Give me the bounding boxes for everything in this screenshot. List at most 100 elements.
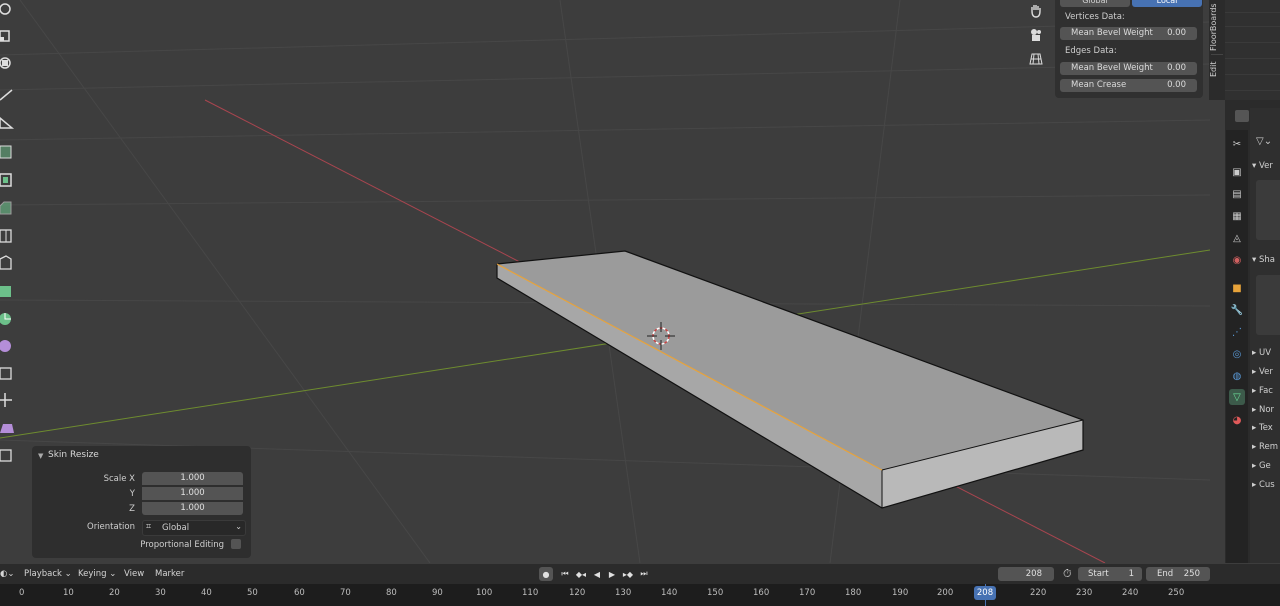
constraints-tab-icon[interactable]: ◍	[1229, 368, 1245, 384]
transform-tool-icon[interactable]	[0, 54, 16, 72]
proportional-editing-checkbox[interactable]	[231, 539, 241, 549]
current-frame-field[interactable]: 208	[998, 567, 1054, 581]
editor-type-icon[interactable]	[1235, 110, 1249, 122]
section-label: Nor	[1258, 405, 1275, 415]
modifier-tab-icon[interactable]: 🔧	[1229, 302, 1245, 318]
loop-cut-icon[interactable]	[0, 227, 16, 245]
jump-keyframe-prev-icon[interactable]: ◆◂	[573, 567, 589, 581]
hand-pan-icon[interactable]	[1025, 0, 1047, 22]
tab-floorboards[interactable]: FloorBoards	[1209, 2, 1225, 52]
section-remesh[interactable]: ▸ Rem	[1252, 442, 1278, 452]
section-face-maps[interactable]: ▸ Fac	[1252, 386, 1273, 396]
particles-tab-icon[interactable]: ⋰	[1229, 324, 1245, 340]
shrink-fatten-icon[interactable]	[0, 391, 16, 409]
scale-x-field[interactable]: 1.000	[142, 472, 243, 485]
knife-icon[interactable]	[0, 254, 16, 272]
editor-type-dropdown-icon[interactable]: ◐⌄	[0, 569, 15, 579]
timeline-ruler[interactable]: 0 10 20 30 40 50 60 70 80 90 100 110 120…	[0, 584, 1280, 606]
section-vertex-colors[interactable]: ▸ Ver	[1252, 367, 1273, 377]
orientation-label: Orientation	[87, 522, 135, 532]
poly-build-icon[interactable]	[0, 282, 16, 300]
section-custom-properties[interactable]: ▸ Cus	[1252, 480, 1275, 490]
end-frame-field[interactable]: End 250	[1146, 567, 1210, 581]
material-tab-icon[interactable]: ◕	[1229, 412, 1245, 428]
tick-label: 220	[1030, 588, 1047, 598]
shear-icon[interactable]	[0, 418, 16, 436]
physics-tab-icon[interactable]: ◎	[1229, 346, 1245, 362]
tool-tab-icon[interactable]: ✂	[1229, 136, 1245, 152]
stopwatch-icon[interactable]: ⏱	[1063, 567, 1072, 581]
playback-label: Playback	[24, 569, 62, 579]
inset-faces-icon[interactable]	[0, 171, 16, 189]
object-tab-icon[interactable]: ■	[1229, 280, 1245, 296]
section-uv-maps[interactable]: ▸ UV	[1252, 348, 1271, 358]
board-mesh[interactable]	[496, 250, 1084, 509]
world-tab-icon[interactable]: ◉	[1229, 252, 1245, 268]
mean-crease-field[interactable]: Mean Crease 0.00	[1060, 79, 1197, 92]
section-geometry-data[interactable]: ▸ Ge	[1252, 461, 1271, 471]
edge-slide-icon[interactable]	[0, 364, 16, 382]
extrude-region-icon[interactable]	[0, 143, 16, 161]
edge-mean-bevel-field[interactable]: Mean Bevel Weight 0.00	[1060, 62, 1197, 75]
camera-view-icon[interactable]	[1025, 24, 1047, 46]
render-tab-icon[interactable]: ▣	[1229, 164, 1245, 180]
scene-tab-icon[interactable]: ◬	[1229, 230, 1245, 246]
vertex-groups-list[interactable]	[1256, 180, 1280, 240]
tick-label: 250	[1168, 588, 1185, 598]
output-tab-icon[interactable]: ▤	[1229, 186, 1245, 202]
playback-menu[interactable]: Playback ⌄	[24, 569, 72, 579]
scale-z-field[interactable]: 1.000	[142, 502, 243, 515]
record-button-icon[interactable]: ●	[539, 567, 553, 581]
spin-icon[interactable]	[0, 309, 16, 327]
chevron-down-icon: ⌄	[235, 522, 242, 531]
scale-y-label: Y	[129, 489, 135, 499]
scale-x-label: Scale X	[103, 474, 135, 484]
tick-label: 70	[340, 588, 351, 598]
jump-keyframe-next-icon[interactable]: ▸◆	[620, 567, 636, 581]
jump-start-icon[interactable]: ⏮	[558, 567, 572, 581]
current-frame-marker[interactable]: 208	[974, 586, 996, 600]
edge-bevel-label: Mean Bevel Weight	[1071, 63, 1153, 73]
crease-value: 0.00	[1167, 80, 1186, 90]
section-label: Ver	[1258, 367, 1273, 377]
rip-region-icon[interactable]	[0, 446, 16, 464]
view-menu[interactable]: View	[124, 569, 144, 579]
start-frame-field[interactable]: Start 1	[1078, 567, 1142, 581]
tick-label: 0	[19, 588, 25, 598]
3d-viewport[interactable]: Global Local Vertices Data: Mean Bevel W…	[0, 0, 1210, 563]
scale-tool-icon[interactable]	[0, 27, 16, 45]
scale-y-field[interactable]: 1.000	[142, 487, 243, 500]
keying-menu[interactable]: Keying ⌄	[78, 569, 116, 579]
smooth-icon[interactable]	[0, 336, 16, 354]
rotate-tool-icon[interactable]	[0, 0, 16, 18]
tick-label: 100	[476, 588, 493, 598]
vertex-mean-bevel-field[interactable]: Mean Bevel Weight 0.00	[1060, 27, 1197, 40]
edge-bevel-value: 0.00	[1167, 63, 1186, 73]
perspective-grid-icon[interactable]	[1025, 48, 1047, 70]
section-label: Ge	[1258, 461, 1271, 471]
section-vertex-groups[interactable]: ▾ Ver	[1252, 161, 1273, 171]
section-label: Fac	[1258, 386, 1273, 396]
view-layer-tab-icon[interactable]: ▦	[1229, 208, 1245, 224]
item-sidebar-panel: Global Local Vertices Data: Mean Bevel W…	[1055, 0, 1203, 98]
play-reverse-icon[interactable]: ◀	[590, 567, 604, 581]
properties-tabs: ✂ ▣ ▤ ▦ ◬ ◉ ■ 🔧 ⋰ ◎ ◍ ▽ ◕	[1226, 130, 1248, 563]
jump-end-icon[interactable]: ⏭	[637, 567, 651, 581]
shape-keys-list[interactable]	[1256, 275, 1280, 335]
orientation-dropdown[interactable]: ⌗ Global ⌄	[142, 520, 246, 536]
mesh-data-icon: ▽⌄	[1256, 136, 1273, 147]
orientation-global-button[interactable]: Global	[1060, 0, 1130, 7]
measure-tool-icon[interactable]	[0, 114, 16, 132]
collapse-arrow-icon[interactable]: ▼	[38, 452, 43, 460]
marker-menu[interactable]: Marker	[155, 569, 184, 579]
annotate-tool-icon[interactable]	[0, 86, 16, 104]
orientation-local-button[interactable]: Local	[1132, 0, 1202, 7]
section-shape-keys[interactable]: ▾ Sha	[1252, 255, 1275, 265]
section-texture-space[interactable]: ▸ Tex	[1252, 423, 1273, 433]
tick-label: 120	[569, 588, 586, 598]
section-normals[interactable]: ▸ Nor	[1252, 405, 1274, 415]
bevel-icon[interactable]	[0, 199, 16, 217]
play-icon[interactable]: ▶	[605, 567, 619, 581]
mesh-data-tab-icon[interactable]: ▽	[1229, 389, 1245, 405]
tab-edit[interactable]: Edit	[1209, 58, 1225, 80]
